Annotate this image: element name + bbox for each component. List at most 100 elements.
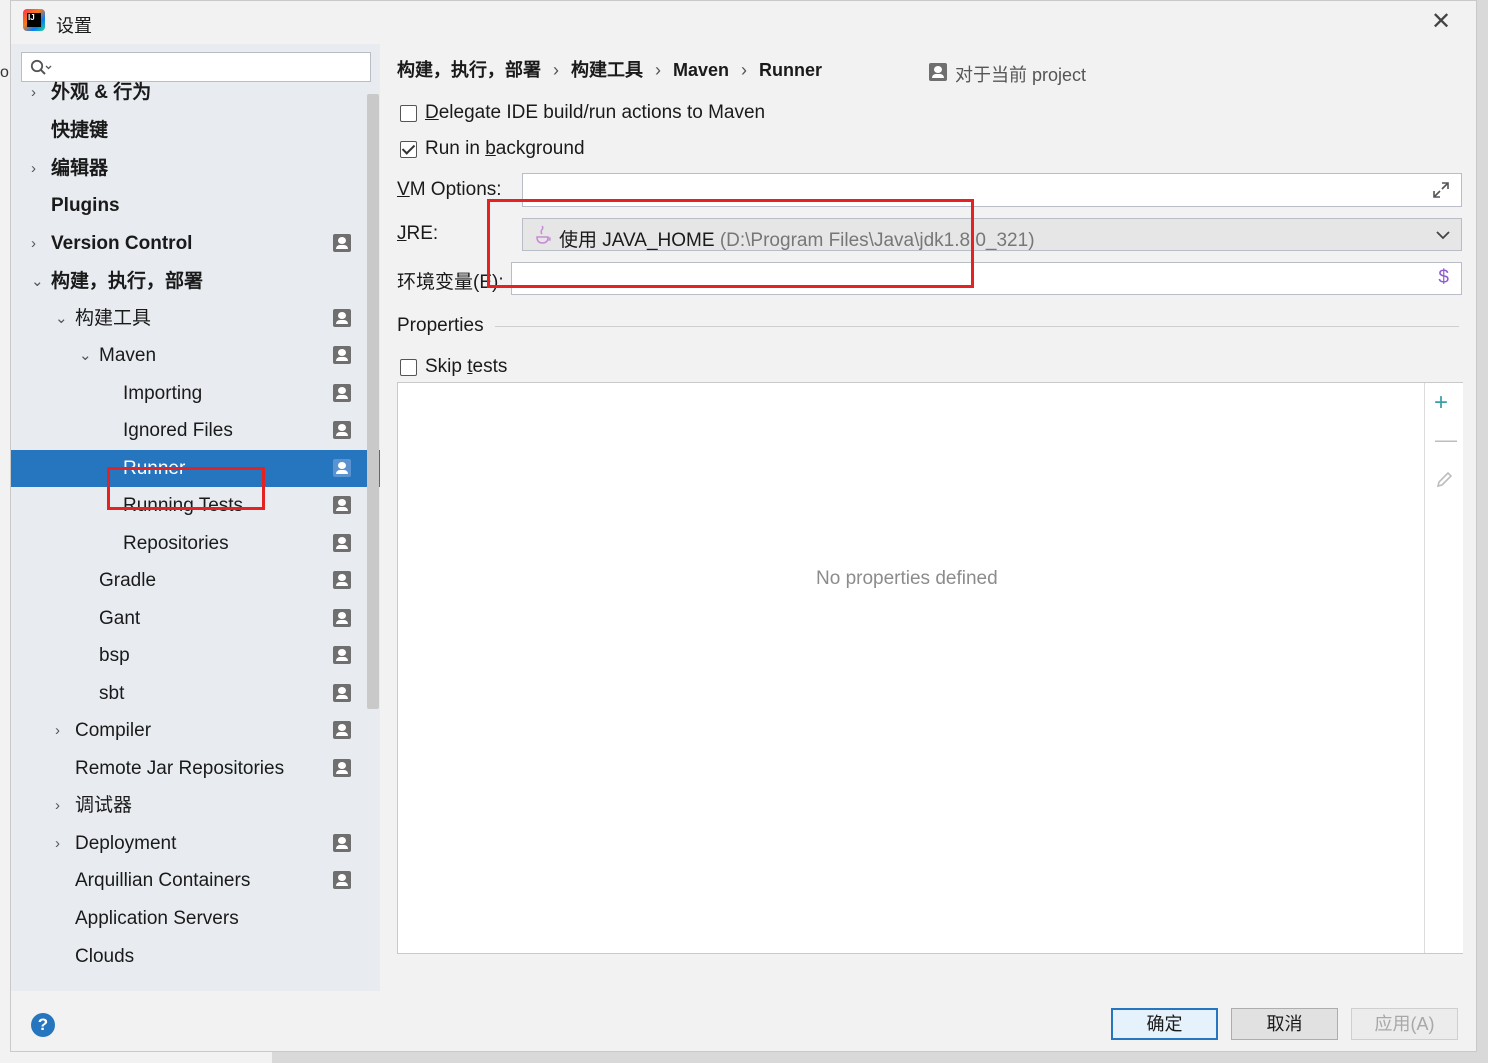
breadcrumb-item-maven: Maven bbox=[673, 60, 730, 80]
tree-item-label: Deployment bbox=[75, 833, 177, 854]
skip-tests-label[interactable]: Skip tests bbox=[425, 356, 507, 378]
project-scope-icon bbox=[333, 759, 351, 777]
chevron-down-icon[interactable]: ⌄ bbox=[79, 337, 95, 374]
delegate-label-text: elegate IDE build/run actions to Maven bbox=[438, 102, 766, 123]
tree-item-sbt[interactable]: sbt bbox=[11, 675, 380, 712]
properties-divider bbox=[495, 326, 1459, 327]
highlight-runner-box bbox=[107, 467, 265, 510]
tree-item-gant[interactable]: Gant bbox=[11, 600, 380, 637]
vm-options-label: VM Options: bbox=[397, 179, 502, 201]
add-icon[interactable]: + bbox=[1434, 389, 1448, 417]
tree-item-label: Application Servers bbox=[75, 908, 239, 929]
tree-item-label: Importing bbox=[123, 383, 203, 404]
project-scope-icon bbox=[333, 684, 351, 702]
tree-item-label: Ignored Files bbox=[123, 420, 233, 441]
tree-item-label: Gradle bbox=[99, 570, 157, 591]
tree-item-item-1[interactable]: 快捷键 bbox=[11, 112, 380, 149]
jre-label: JRE: bbox=[397, 223, 438, 245]
run-in-label-rest: ackground bbox=[495, 138, 585, 159]
breadcrumb-item-build: 构建，执行，部署 bbox=[397, 60, 541, 80]
breadcrumb-item-runner: Runner bbox=[759, 60, 823, 80]
project-scope-icon bbox=[333, 571, 351, 589]
tree-item-label: 调试器 bbox=[75, 795, 133, 816]
help-icon[interactable]: ? bbox=[31, 1013, 55, 1037]
project-scope-icon bbox=[333, 234, 351, 252]
project-scope-label: 对于当前 project bbox=[955, 65, 1087, 85]
breadcrumb-separator: › bbox=[655, 60, 661, 80]
intellij-app-icon: IJ bbox=[23, 9, 45, 31]
properties-empty-text: No properties defined bbox=[816, 568, 998, 589]
apply-button[interactable]: 应用(A) bbox=[1351, 1008, 1458, 1040]
dollar-icon[interactable]: $ bbox=[1438, 267, 1449, 289]
tree-item-gradle[interactable]: Gradle bbox=[11, 562, 380, 599]
tree-item-item-2[interactable]: › 编辑器 bbox=[11, 150, 380, 187]
tree-item-label: bsp bbox=[99, 645, 130, 666]
cancel-button[interactable]: 取消 bbox=[1231, 1008, 1338, 1040]
tree-item-plugins[interactable]: Plugins bbox=[11, 187, 380, 224]
run-in-background-checkbox[interactable] bbox=[400, 141, 417, 158]
chevron-right-icon[interactable]: › bbox=[55, 712, 71, 749]
tree-item-deployment[interactable]: › Deployment bbox=[11, 825, 380, 862]
dialog-title: 设置 bbox=[56, 16, 92, 36]
ok-button[interactable]: 确定 bbox=[1111, 1008, 1218, 1040]
close-icon[interactable]: ✕ bbox=[1431, 7, 1451, 36]
breadcrumb: 构建，执行，部署 › 构建工具 › Maven › Runner bbox=[397, 56, 822, 82]
breadcrumb-item-build-tools: 构建工具 bbox=[571, 60, 643, 80]
project-scope-icon bbox=[333, 346, 351, 364]
tree-item-label: 构建工具 bbox=[75, 308, 152, 329]
chevron-right-icon[interactable]: › bbox=[55, 787, 71, 824]
tree-item-label: Compiler bbox=[75, 720, 152, 741]
edit-pencil-icon[interactable] bbox=[1435, 471, 1453, 489]
tree-item-label: Gant bbox=[99, 608, 141, 629]
chevron-down-icon[interactable] bbox=[1435, 230, 1451, 240]
tree-item-label: 外观 & 行为 bbox=[51, 82, 152, 103]
remove-icon[interactable]: — bbox=[1435, 427, 1457, 453]
tree-item-version-control[interactable]: › Version Control bbox=[11, 225, 380, 262]
tree-item-item-0[interactable]: › 外观 & 行为 bbox=[11, 74, 380, 111]
tree-scrollbar[interactable] bbox=[367, 94, 379, 709]
tree-item-ignored-files[interactable]: Ignored Files bbox=[11, 412, 380, 449]
chevron-right-icon[interactable]: › bbox=[31, 225, 47, 262]
chevron-right-icon[interactable]: › bbox=[55, 825, 71, 862]
tree-item-item-5[interactable]: ⌄ 构建，执行，部署 bbox=[11, 263, 380, 300]
jre-label-text: RE: bbox=[406, 223, 439, 244]
chevron-right-icon[interactable]: › bbox=[31, 74, 47, 111]
properties-toolbar: + — bbox=[1424, 383, 1463, 953]
tree-item-maven[interactable]: ⌄ Maven bbox=[11, 337, 380, 374]
project-scope-icon bbox=[333, 646, 351, 664]
project-scope-icon bbox=[333, 534, 351, 552]
chevron-down-icon[interactable]: ⌄ bbox=[55, 300, 71, 337]
chevron-right-icon[interactable]: › bbox=[31, 150, 47, 187]
tree-item-arquillian-containers[interactable]: Arquillian Containers bbox=[11, 862, 380, 899]
delegate-to-maven-checkbox[interactable] bbox=[400, 105, 417, 122]
breadcrumb-separator: › bbox=[553, 60, 559, 80]
highlight-jre-box bbox=[487, 199, 974, 288]
expand-icon[interactable] bbox=[1431, 180, 1451, 200]
chevron-down-icon[interactable]: ⌄ bbox=[31, 263, 47, 300]
tree-item-label: 快捷键 bbox=[51, 120, 109, 141]
run-in-background-label[interactable]: Run in background bbox=[425, 138, 585, 160]
tree-item-item-19[interactable]: › 调试器 bbox=[11, 787, 380, 824]
project-scope-icon bbox=[333, 871, 351, 889]
properties-table[interactable]: No properties defined + — bbox=[397, 382, 1463, 954]
project-scope-icon bbox=[333, 721, 351, 739]
tree-item-application-servers[interactable]: Application Servers bbox=[11, 900, 380, 937]
breadcrumb-separator: › bbox=[741, 60, 748, 80]
tree-item-label: 编辑器 bbox=[51, 158, 109, 179]
delegate-to-maven-label[interactable]: Delegate IDE build/run actions to Maven bbox=[425, 102, 765, 124]
tree-item-clouds[interactable]: Clouds bbox=[11, 938, 380, 975]
tree-item-repositories[interactable]: Repositories bbox=[11, 525, 380, 562]
background-window-text: o bbox=[0, 64, 9, 81]
settings-dialog: IJ 设置 ✕ › 外观 & 行为 快捷键 › 编辑器 Plugins › Version C… bbox=[10, 0, 1477, 1052]
skip-label-rest: ests bbox=[472, 356, 508, 377]
tree-item-label: Remote Jar Repositories bbox=[75, 758, 285, 779]
tree-item-label: Version Control bbox=[51, 233, 193, 254]
tree-item-item-6[interactable]: ⌄ 构建工具 bbox=[11, 300, 380, 337]
tree-item-compiler[interactable]: › Compiler bbox=[11, 712, 380, 749]
tree-item-bsp[interactable]: bsp bbox=[11, 637, 380, 674]
tree-item-label: Clouds bbox=[75, 946, 135, 967]
run-in-label-prefix: Run in bbox=[425, 138, 486, 159]
tree-item-remote-jar-repositories[interactable]: Remote Jar Repositories bbox=[11, 750, 380, 787]
skip-tests-checkbox[interactable] bbox=[400, 359, 417, 376]
tree-item-importing[interactable]: Importing bbox=[11, 375, 380, 412]
